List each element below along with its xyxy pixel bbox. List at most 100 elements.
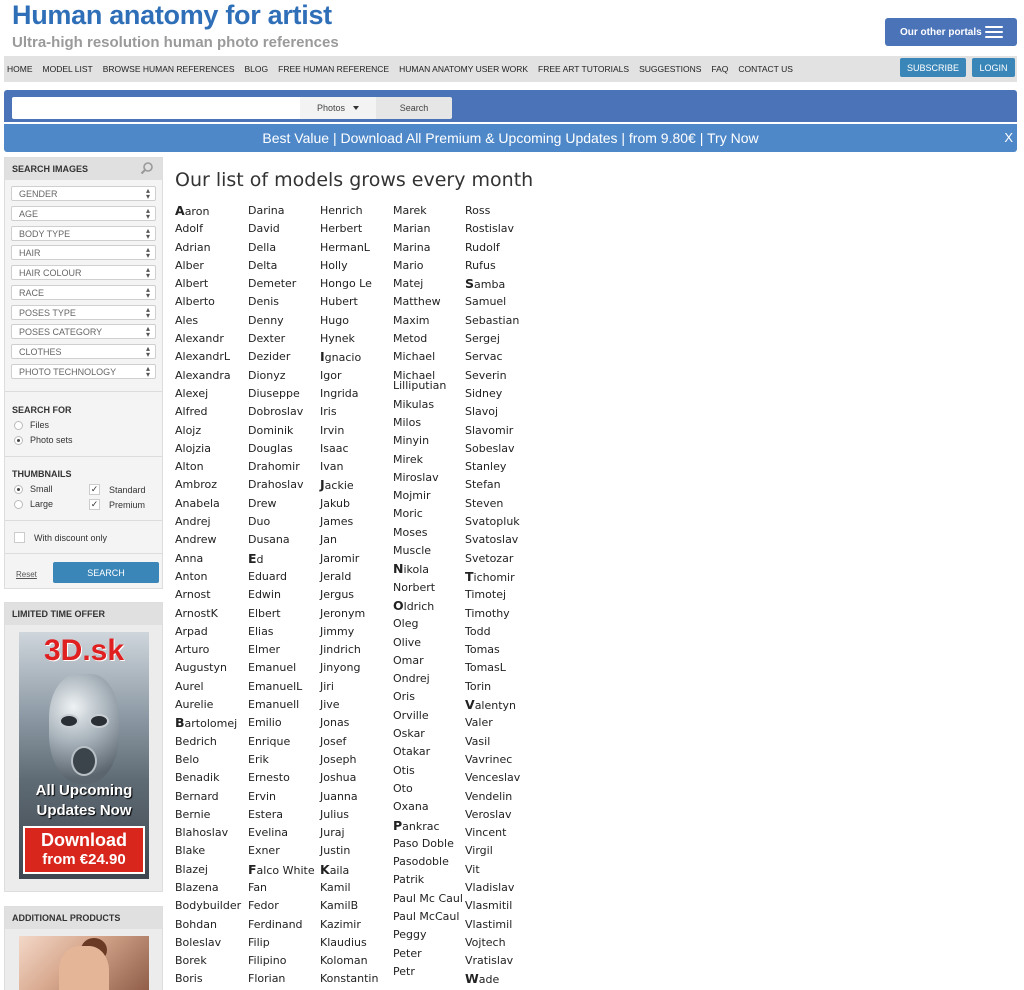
login-button[interactable]: LOGIN [972, 58, 1015, 77]
model-link[interactable]: Dezider [248, 348, 320, 366]
model-link[interactable]: AlexandrL [175, 348, 247, 366]
model-link[interactable]: Servac [465, 348, 537, 366]
model-link[interactable]: Fedor [248, 897, 320, 915]
nav-blog[interactable]: BLOG [245, 64, 269, 74]
thumb-type-standard[interactable]: ✓ Standard [89, 484, 146, 495]
model-link[interactable]: Petr [393, 963, 465, 981]
model-link[interactable]: Igor [320, 367, 392, 385]
model-link[interactable]: Alfred [175, 403, 247, 421]
model-link[interactable]: Sebastian [465, 312, 537, 330]
model-link[interactable]: Jergus [320, 586, 392, 604]
nav-suggestions[interactable]: SUGGESTIONS [639, 64, 701, 74]
model-link[interactable]: Anton [175, 568, 247, 586]
model-link[interactable]: Ambroz [175, 476, 247, 494]
model-link[interactable]: Julius [320, 806, 392, 824]
model-link[interactable]: Omar [393, 652, 465, 670]
model-link[interactable]: Sidney [465, 385, 537, 403]
nav-user-work[interactable]: HUMAN ANATOMY USER WORK [399, 64, 528, 74]
model-link[interactable]: Timothy [465, 605, 537, 623]
model-link[interactable]: Sergej [465, 330, 537, 348]
model-link[interactable]: Milos [393, 414, 465, 432]
model-link[interactable]: Borek [175, 952, 247, 970]
model-link[interactable]: Bernard [175, 788, 247, 806]
model-link[interactable]: Konstantin [320, 970, 392, 988]
nav-art-tutorials[interactable]: FREE ART TUTORIALS [538, 64, 629, 74]
model-link[interactable]: Kamil [320, 879, 392, 897]
model-link[interactable]: Estera [248, 806, 320, 824]
model-link[interactable]: Andrew [175, 531, 247, 549]
model-link[interactable]: Jiri [320, 678, 392, 696]
model-link[interactable]: Aurel [175, 678, 247, 696]
model-link[interactable]: Jindrich [320, 641, 392, 659]
model-link[interactable]: Denny [248, 312, 320, 330]
model-link[interactable]: Rostislav [465, 220, 537, 238]
search-input[interactable] [12, 97, 300, 119]
offer-download-button[interactable]: Download from €24.90 [23, 826, 145, 874]
nav-model-list[interactable]: MODEL LIST [43, 64, 93, 74]
model-link[interactable]: Hugo [320, 312, 392, 330]
model-link[interactable]: Arturo [175, 641, 247, 659]
model-link[interactable]: Steven [465, 495, 537, 513]
model-link[interactable]: Herbert [320, 220, 392, 238]
model-link[interactable]: Juraj [320, 824, 392, 842]
model-link[interactable]: Isaac [320, 440, 392, 458]
model-link[interactable]: Alberto [175, 293, 247, 311]
model-link[interactable]: Ondrej [393, 670, 465, 688]
search-for-photo-sets[interactable]: Photo sets [14, 435, 73, 445]
model-link[interactable]: Alexandr [175, 330, 247, 348]
model-link[interactable]: Moric [393, 505, 465, 523]
model-link[interactable]: Koloman [320, 952, 392, 970]
model-link[interactable]: Bernie [175, 806, 247, 824]
model-link[interactable]: Alexandra [175, 367, 247, 385]
thumb-size-large[interactable]: Large [14, 499, 53, 509]
model-link[interactable]: Norbert [393, 579, 465, 597]
model-link[interactable]: Justin [320, 842, 392, 860]
model-link[interactable]: Matej [393, 275, 465, 293]
model-link[interactable]: Vlasmitil [465, 897, 537, 915]
model-link[interactable]: Peter [393, 945, 465, 963]
model-link[interactable]: Sobeslav [465, 440, 537, 458]
model-link[interactable]: Hongo Le [320, 275, 392, 293]
search-button[interactable]: Search [376, 97, 452, 119]
model-link[interactable]: Mario [393, 257, 465, 275]
model-link[interactable]: Jakub [320, 495, 392, 513]
nav-home[interactable]: HOME [7, 64, 33, 74]
model-link[interactable]: Exner [248, 842, 320, 860]
model-link[interactable]: Miroslav [393, 469, 465, 487]
model-link[interactable]: Hubert [320, 293, 392, 311]
model-link[interactable]: Filipino [248, 952, 320, 970]
model-link[interactable]: Oleg [393, 615, 465, 633]
product-image[interactable] [19, 936, 149, 990]
model-link[interactable]: Dobroslav [248, 403, 320, 421]
model-link[interactable]: Metod [393, 330, 465, 348]
model-link[interactable]: Bodybuilder [175, 897, 247, 915]
model-link[interactable]: Belo [175, 751, 247, 769]
thumb-type-premium[interactable]: ✓ Premium [89, 499, 145, 510]
model-link[interactable]: Ivan [320, 458, 392, 476]
model-link[interactable]: Bedrich [175, 733, 247, 751]
model-link[interactable]: Darina [248, 202, 320, 220]
model-link[interactable]: Della [248, 239, 320, 257]
promo-banner[interactable]: Best Value | Download All Premium & Upco… [4, 124, 1017, 152]
offer-advert[interactable]: 3D.sk All Upcoming Updates Now Download … [19, 632, 149, 879]
model-link[interactable]: Emilio [248, 714, 320, 732]
model-link[interactable]: Severin [465, 367, 537, 385]
model-link[interactable]: Boris [175, 970, 247, 988]
model-link[interactable]: Alojzia [175, 440, 247, 458]
model-link[interactable]: Jackie [320, 476, 392, 494]
model-link[interactable]: Stefan [465, 476, 537, 494]
model-link[interactable]: Dusana [248, 531, 320, 549]
model-link[interactable]: Mikulas [393, 396, 465, 414]
model-link[interactable]: Enrique [248, 733, 320, 751]
model-link[interactable]: Arnost [175, 586, 247, 604]
other-portals-button[interactable]: Our other portals [885, 18, 1017, 46]
model-link[interactable]: ArnostK [175, 605, 247, 623]
model-link[interactable]: Vendelin [465, 788, 537, 806]
model-link[interactable]: Arpad [175, 623, 247, 641]
model-link[interactable]: Dionyz [248, 367, 320, 385]
model-link[interactable]: Dominik [248, 422, 320, 440]
model-link[interactable]: Blahoslav [175, 824, 247, 842]
model-link[interactable]: Juanna [320, 788, 392, 806]
model-link[interactable]: Klaudius [320, 934, 392, 952]
model-link[interactable]: Elmer [248, 641, 320, 659]
